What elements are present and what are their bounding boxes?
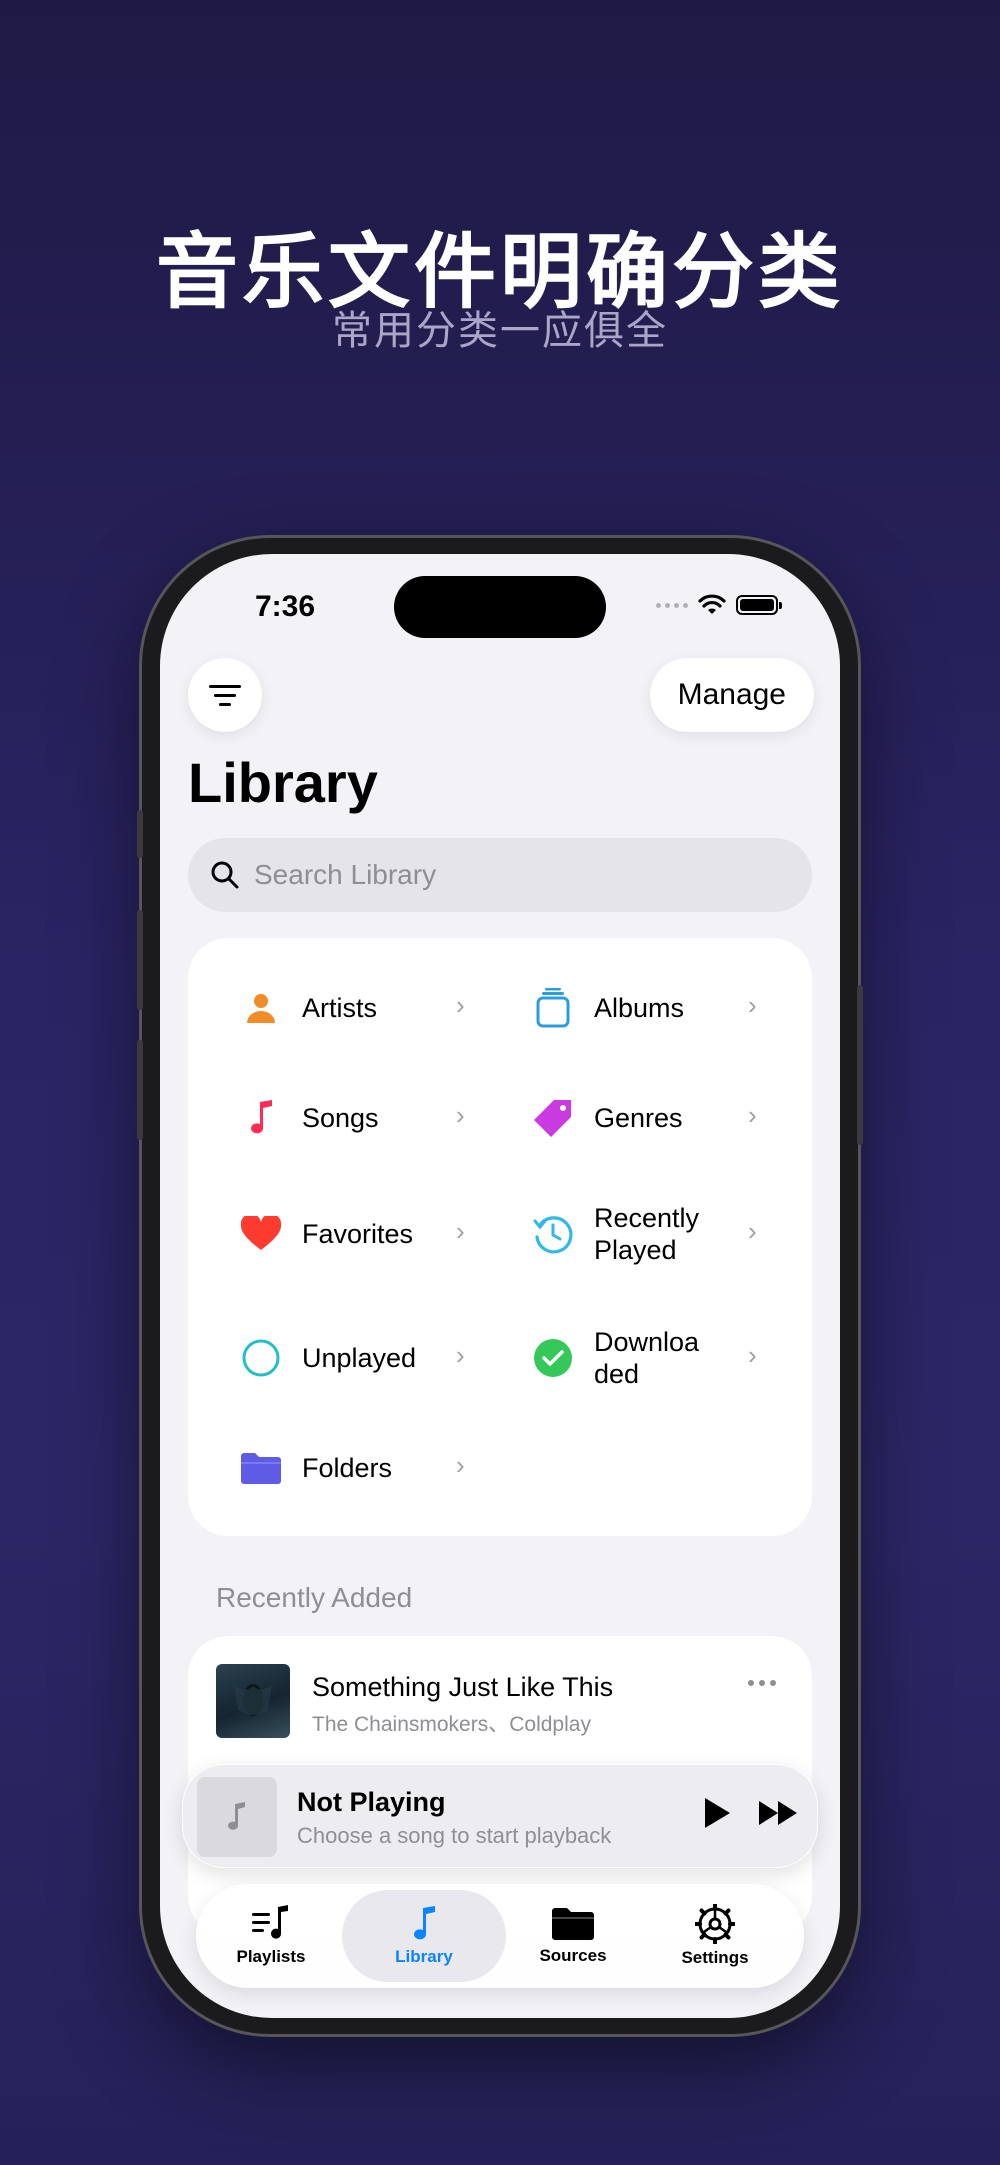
dynamic-island — [394, 576, 606, 638]
song-artist: The Chainsmokers、Coldplay — [312, 1713, 591, 1736]
category-folders[interactable]: Folders — [236, 1438, 452, 1498]
search-icon — [211, 861, 239, 889]
empty-circle-icon — [236, 1333, 286, 1383]
categories-card: Artists › Albums › Songs › Genres › Favo… — [188, 938, 812, 1536]
category-artists[interactable]: Artists — [236, 978, 452, 1038]
category-favorites[interactable]: Favorites — [236, 1204, 452, 1264]
gear-icon — [695, 1904, 735, 1944]
phone-side-button — [137, 810, 143, 858]
status-icons — [656, 594, 782, 616]
mini-player[interactable]: Not Playing Choose a song to start playb… — [182, 1764, 818, 1868]
mini-player-subtitle: Choose a song to start playback — [297, 1823, 612, 1848]
category-downloaded[interactable]: Downloaded — [528, 1327, 714, 1389]
tab-label: Library — [395, 1947, 453, 1966]
category-albums[interactable]: Albums — [528, 978, 744, 1038]
tab-library[interactable]: Library — [342, 1890, 506, 1982]
tab-sources[interactable]: Sources — [498, 1884, 648, 1988]
tab-label: Sources — [539, 1946, 607, 1965]
mini-player-artwork — [197, 1777, 277, 1857]
mini-player-title: Not Playing — [297, 1787, 446, 1817]
fast-forward-icon[interactable] — [757, 1799, 801, 1827]
status-time: 7:36 — [255, 590, 316, 623]
folder-icon — [236, 1443, 286, 1493]
tab-bar: Playlists Library Sources Settings — [196, 1884, 804, 1988]
song-title: Something Just Like This — [312, 1672, 614, 1702]
music-note-icon — [228, 1802, 245, 1830]
category-label: Downloaded — [594, 1327, 700, 1389]
tab-settings[interactable]: Settings — [640, 1884, 790, 1988]
sort-filter-button[interactable] — [188, 658, 262, 732]
play-icon[interactable] — [701, 1795, 733, 1831]
tab-label: Playlists — [236, 1947, 306, 1966]
chevron-right-icon: › — [748, 1216, 757, 1246]
category-label: Favorites — [302, 1219, 414, 1249]
category-label: Albums — [594, 993, 685, 1023]
promo-subheadline: 常用分类一应俱全 — [332, 308, 668, 354]
signal-icon — [656, 602, 688, 608]
tag-icon — [528, 1093, 578, 1143]
sort-lines-icon — [209, 685, 241, 706]
chevron-right-icon: › — [456, 990, 465, 1020]
chevron-right-icon: › — [748, 990, 757, 1020]
chevron-right-icon: › — [748, 1340, 757, 1370]
search-bar[interactable]: Search Library — [188, 838, 812, 912]
category-label: Genres — [594, 1103, 683, 1133]
tab-label: Settings — [681, 1948, 749, 1967]
category-songs[interactable]: Songs — [236, 1088, 452, 1148]
history-clock-icon — [528, 1209, 578, 1259]
chevron-right-icon: › — [456, 1450, 465, 1480]
checkmark-circle-icon — [528, 1333, 578, 1383]
folder-icon — [552, 1908, 594, 1940]
page-title: Library — [188, 751, 378, 814]
category-label: Songs — [302, 1103, 379, 1133]
chevron-right-icon: › — [456, 1340, 465, 1370]
playlist-icon — [252, 1905, 288, 1939]
album-art — [216, 1664, 290, 1738]
phone-volume-up-button — [137, 910, 143, 1010]
category-genres[interactable]: Genres — [528, 1088, 744, 1148]
music-note-icon — [414, 1906, 435, 1940]
wifi-icon — [698, 594, 726, 614]
phone-volume-down-button — [137, 1040, 143, 1140]
heart-icon — [236, 1209, 286, 1259]
category-label: Folders — [302, 1453, 393, 1483]
chevron-right-icon: › — [456, 1100, 465, 1130]
manage-button[interactable]: Manage — [649, 658, 814, 732]
music-note-icon — [236, 1093, 286, 1143]
category-label: Recently Played — [594, 1203, 700, 1265]
chevron-right-icon: › — [456, 1216, 465, 1246]
category-label: Artists — [302, 993, 378, 1023]
recently-added-heading: Recently Added — [216, 1582, 413, 1613]
category-label: Unplayed — [302, 1343, 417, 1373]
phone-power-button — [857, 985, 863, 1145]
category-recently-played[interactable]: Recently Played — [528, 1203, 744, 1265]
album-stack-icon — [528, 983, 578, 1033]
phone-screen: 7:36 Manage Library Search Library Artis… — [160, 554, 840, 2018]
chevron-right-icon: › — [748, 1100, 757, 1130]
search-input[interactable]: Search Library — [254, 859, 436, 891]
category-unplayed[interactable]: Unplayed — [236, 1328, 452, 1388]
person-icon — [236, 983, 286, 1033]
tab-playlists[interactable]: Playlists — [196, 1884, 346, 1988]
more-options-icon[interactable] — [748, 1680, 776, 1686]
battery-icon — [736, 595, 782, 615]
